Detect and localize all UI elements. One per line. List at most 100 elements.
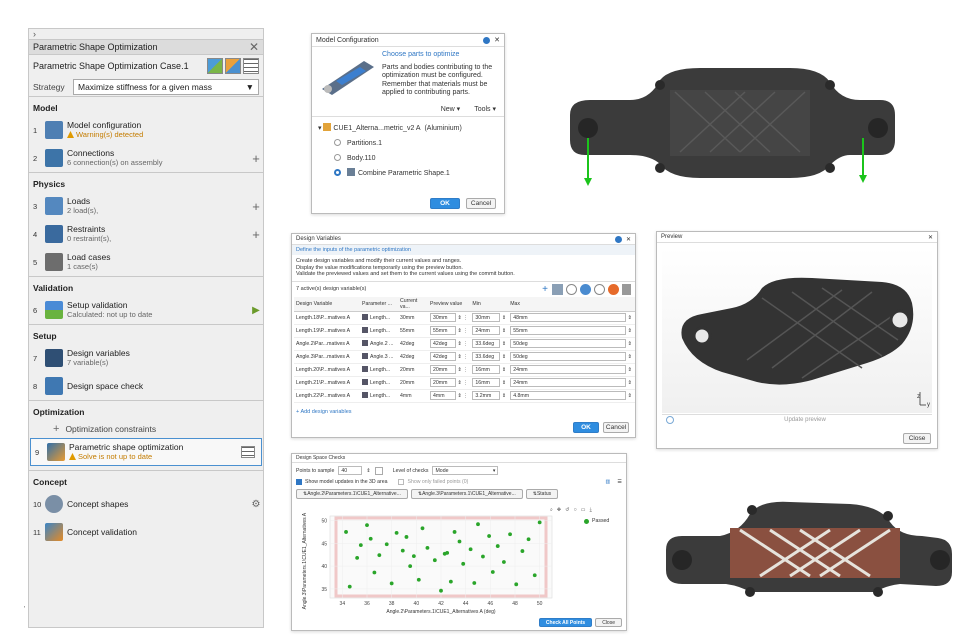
data-point[interactable] xyxy=(432,558,437,563)
max-input[interactable]: 24mm xyxy=(510,365,627,374)
level-dropdown[interactable]: Mode ▾ xyxy=(432,466,499,475)
preview-value-input[interactable]: 20mm xyxy=(430,365,456,374)
search-icon[interactable] xyxy=(566,283,577,295)
preview-viewport[interactable]: z y xyxy=(662,248,932,413)
reset-icon[interactable]: ↺ xyxy=(565,507,569,514)
cancel-button[interactable]: Cancel xyxy=(603,422,629,433)
spin-icon[interactable]: ⇕ xyxy=(500,380,506,386)
close-icon[interactable]: ✕ xyxy=(494,36,500,44)
scatter-chart[interactable]: 34 36 38 40 42 44 46 48 50 35 40 45 50 Angle.2\Parame… xyxy=(296,512,558,616)
data-point[interactable] xyxy=(372,570,377,575)
spin-icon[interactable]: ⇕ xyxy=(500,367,506,373)
spin-icon[interactable]: ⇕ xyxy=(500,341,506,347)
table-icon[interactable] xyxy=(552,283,563,295)
strategy-dropdown[interactable]: Maximize stiffness for a given mass ▼ xyxy=(73,78,259,95)
item-connections[interactable]: 2 Connections 6 connection(s) on assembl… xyxy=(29,144,263,172)
add-design-variables-link[interactable]: + Add design variables xyxy=(292,403,635,421)
data-point[interactable] xyxy=(537,520,542,525)
item-model-configuration[interactable]: 1 Model configuration Warning(s) detecte… xyxy=(29,116,263,144)
preview-value-input[interactable]: 42deg xyxy=(430,339,456,348)
data-point[interactable] xyxy=(411,554,416,558)
spin-icon[interactable]: ⇕ xyxy=(626,393,632,399)
add-load-icon[interactable]: + xyxy=(249,199,263,214)
data-point[interactable] xyxy=(472,581,477,585)
spin-icon[interactable]: ⇕ ⋮ xyxy=(456,393,468,399)
min-input[interactable]: 33.6deg xyxy=(472,339,501,348)
data-point[interactable] xyxy=(532,573,537,578)
lasso-icon[interactable]: ○ xyxy=(574,507,577,514)
export-icon[interactable]: ⤓ xyxy=(590,507,592,514)
spin-icon[interactable]: ⇕ xyxy=(626,315,632,321)
min-input[interactable]: 16mm xyxy=(472,378,501,387)
spin-icon[interactable]: ⇕ ⋮ xyxy=(456,328,468,334)
refresh-icon[interactable] xyxy=(666,416,674,424)
item-concept-shapes[interactable]: 10 Concept shapes ⚙ xyxy=(29,490,263,518)
data-point[interactable] xyxy=(514,582,519,587)
table-view-icon[interactable]: ☰ xyxy=(617,479,622,485)
close-icon[interactable]: ✕ xyxy=(626,236,631,243)
data-point[interactable] xyxy=(389,581,394,586)
data-point[interactable] xyxy=(358,543,363,548)
data-point[interactable] xyxy=(377,553,382,558)
add-restraint-icon[interactable]: + xyxy=(249,227,263,242)
spin-icon[interactable]: ⇕ xyxy=(626,367,632,373)
data-point[interactable] xyxy=(452,530,457,534)
data-point[interactable] xyxy=(520,549,525,553)
close-button[interactable]: Close xyxy=(595,618,622,627)
column-tab[interactable]: ⇅ Angle.3\Parameters.1\CUE1_Alternative.… xyxy=(410,489,523,499)
preview-value-input[interactable]: 55mm xyxy=(430,326,456,335)
new-menu[interactable]: New ▾ xyxy=(441,105,460,113)
close-icon[interactable]: ✕ xyxy=(928,234,933,241)
collapse-chevron-icon[interactable]: › xyxy=(29,29,263,39)
column-tab[interactable]: ⇅ Angle.2\Parameters.1\CUE1_Alternative.… xyxy=(296,489,408,499)
spin-icon[interactable]: ⇕ xyxy=(626,380,632,386)
results-table-icon[interactable] xyxy=(241,446,255,458)
spin-icon[interactable]: ⇕ ⋮ xyxy=(456,354,468,360)
data-point[interactable] xyxy=(408,564,413,569)
tools-menu[interactable]: Tools ▾ xyxy=(474,105,496,113)
commit-icon[interactable] xyxy=(594,283,605,295)
tree-root[interactable]: ▾ CUE1_Alterna...metric_v2 A (Aluminium) xyxy=(318,121,498,136)
preview-value-input[interactable]: 4mm xyxy=(430,391,456,400)
data-point[interactable] xyxy=(404,535,409,539)
min-input[interactable]: 30mm xyxy=(472,313,501,322)
preview-value-input[interactable]: 20mm xyxy=(430,378,456,387)
spin-icon[interactable]: ⇕ ⋮ xyxy=(456,341,468,347)
spin-icon[interactable]: ⇕ xyxy=(626,354,632,360)
spin-icon[interactable]: ⇕ xyxy=(500,393,506,399)
info-icon[interactable] xyxy=(614,235,622,243)
close-button[interactable]: Close xyxy=(903,433,931,444)
gear-icon[interactable]: ⚙ xyxy=(249,499,263,510)
reset-icon[interactable] xyxy=(608,283,619,295)
item-parametric-shape-optimization[interactable]: 9 Parametric shape optimization Solve is… xyxy=(30,438,262,466)
min-input[interactable]: 16mm xyxy=(472,365,501,374)
max-input[interactable]: 50deg xyxy=(510,352,627,361)
update-preview-button[interactable]: Update preview xyxy=(678,417,932,423)
data-point[interactable] xyxy=(365,523,369,528)
cancel-button[interactable]: Cancel xyxy=(466,198,496,209)
radio-icon[interactable] xyxy=(334,138,341,146)
data-point[interactable] xyxy=(461,561,466,566)
spin-icon[interactable]: ⇕ ⋮ xyxy=(456,367,468,373)
close-icon[interactable]: ✕ xyxy=(249,40,259,54)
tree-child-partitions[interactable]: Partitions.1 xyxy=(318,136,498,151)
points-input[interactable]: 40 xyxy=(338,466,363,475)
data-point[interactable] xyxy=(344,530,348,534)
item-concept-validation[interactable]: 11 Concept validation xyxy=(29,518,263,546)
data-point[interactable] xyxy=(495,544,500,548)
max-input[interactable]: 48mm xyxy=(510,313,627,322)
data-point[interactable] xyxy=(490,570,495,574)
data-point[interactable] xyxy=(457,539,462,544)
spin-icon[interactable]: ⇕ ⋮ xyxy=(456,380,468,386)
check-all-points-button[interactable]: Check All Points xyxy=(538,618,593,627)
tree-child-body[interactable]: Body.110 xyxy=(318,151,498,166)
ok-button[interactable]: OK xyxy=(573,422,599,433)
spin-icon[interactable]: ⇕ xyxy=(500,315,506,321)
item-restraints[interactable]: 4 Restraints 0 restraint(s), + xyxy=(29,220,263,248)
rect-select-icon[interactable]: ▭ xyxy=(581,507,586,514)
table-row[interactable]: Length.21\P...matives A Length... 20mm 20mm… xyxy=(294,376,635,390)
spin-icon[interactable]: ⇕ ⋮ xyxy=(456,315,468,321)
delete-icon[interactable] xyxy=(622,283,631,295)
show-failed-checkbox[interactable] xyxy=(398,479,405,485)
data-point[interactable] xyxy=(526,537,531,542)
